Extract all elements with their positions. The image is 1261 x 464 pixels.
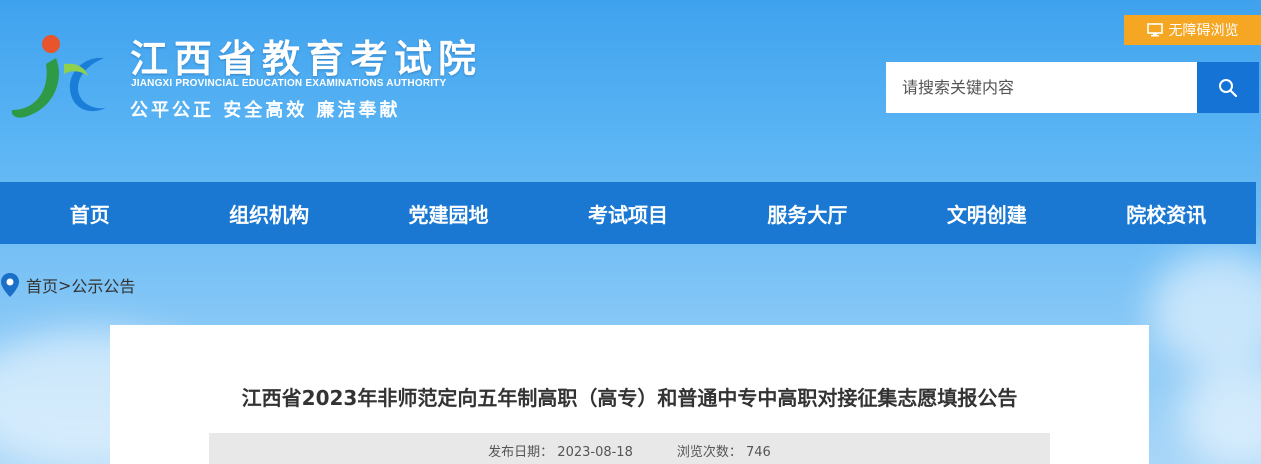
background-cloud bbox=[1150, 250, 1261, 370]
main-nav: 首页 组织机构 党建园地 考试项目 服务大厅 文明创建 院校资讯 bbox=[0, 182, 1256, 244]
logo-icon bbox=[11, 35, 106, 118]
view-count-value: 746 bbox=[746, 445, 771, 460]
nav-item-party-building[interactable]: 党建园地 bbox=[359, 182, 538, 244]
view-count-label: 浏览次数： bbox=[676, 445, 742, 460]
breadcrumb-separator: > bbox=[58, 275, 72, 295]
nav-item-exams[interactable]: 考试项目 bbox=[538, 182, 717, 244]
site-subtitle: JIANGXI PROVINCIAL EDUCATION EXAMINATION… bbox=[131, 78, 447, 89]
nav-item-service-hall[interactable]: 服务大厅 bbox=[718, 182, 897, 244]
location-pin-icon bbox=[1, 273, 19, 297]
search-button[interactable] bbox=[1197, 62, 1259, 113]
article-title: 江西省2023年非师范定向五年制高职（高专）和普通中专中高职对接征集志愿填报公告 bbox=[241, 386, 1018, 410]
accessibility-button[interactable]: 无障碍浏览 bbox=[1124, 15, 1261, 45]
breadcrumb-current[interactable]: 公示公告 bbox=[71, 273, 135, 297]
breadcrumb: 首页 > 公示公告 bbox=[0, 273, 135, 297]
monitor-icon bbox=[1146, 23, 1163, 37]
nav-item-home[interactable]: 首页 bbox=[0, 182, 179, 244]
article-card: 江西省2023年非师范定向五年制高职（高专）和普通中专中高职对接征集志愿填报公告… bbox=[110, 325, 1149, 464]
search-icon bbox=[1219, 78, 1238, 97]
view-count: 浏览次数： 746 bbox=[677, 441, 771, 460]
publish-date-value: 2023-08-18 bbox=[557, 445, 633, 460]
breadcrumb-home[interactable]: 首页 bbox=[26, 273, 58, 297]
nav-item-organization[interactable]: 组织机构 bbox=[179, 182, 358, 244]
background-cloud bbox=[1180, 360, 1261, 464]
nav-item-college-news[interactable]: 院校资讯 bbox=[1077, 182, 1256, 244]
publish-date-label: 发布日期： bbox=[488, 445, 554, 460]
publish-date: 发布日期： 2023-08-18 bbox=[488, 441, 633, 460]
site-title: 江西省教育考试院 bbox=[130, 36, 483, 81]
site-slogan: 公平公正 安全高效 廉洁奉献 bbox=[130, 100, 401, 121]
search-input[interactable] bbox=[886, 62, 1197, 113]
article-meta: 发布日期： 2023-08-18 浏览次数： 746 bbox=[209, 433, 1050, 464]
accessibility-label: 无障碍浏览 bbox=[1168, 23, 1239, 39]
nav-item-civilization[interactable]: 文明创建 bbox=[897, 182, 1076, 244]
